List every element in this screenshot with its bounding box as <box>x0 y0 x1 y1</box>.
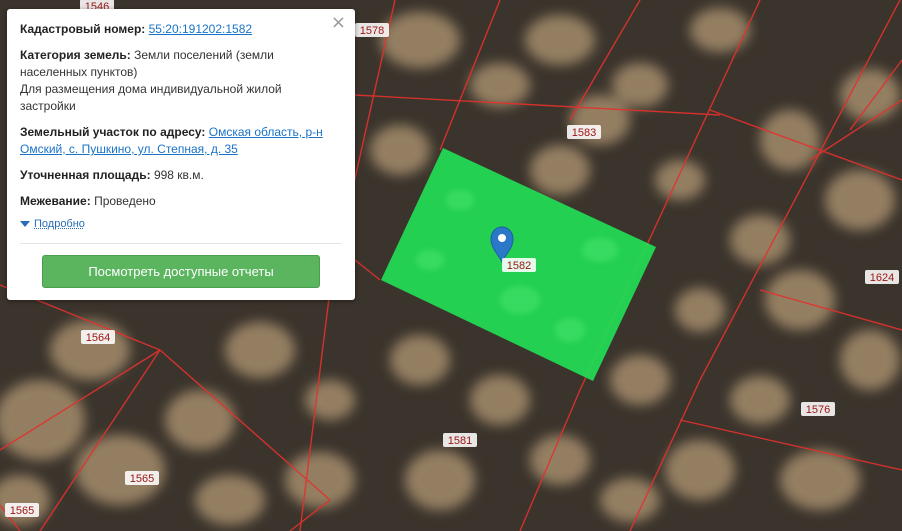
land-usage-value: Для размещения дома индивидуальной жилой… <box>20 82 282 113</box>
address-row: Земельный участок по адресу: Омская обла… <box>20 124 330 158</box>
parcel-label[interactable]: 1583 <box>572 127 596 139</box>
parcel-label[interactable]: 1576 <box>806 404 830 416</box>
details-label: Подробно <box>34 218 85 230</box>
parcel-label[interactable]: 1564 <box>86 332 110 344</box>
survey-label: Межевание: <box>20 194 91 208</box>
parcel-label[interactable]: 1565 <box>10 505 34 517</box>
cadastral-number-label: Кадастровый номер: <box>20 22 146 36</box>
land-category-row: Категория земель: Земли поселений (земли… <box>20 47 300 115</box>
cadastral-info-popup: × Кадастровый номер: 55:20:191202:1582 К… <box>7 9 355 300</box>
parcel-label[interactable]: 1624 <box>870 272 894 284</box>
parcel-label[interactable]: 1578 <box>360 25 384 37</box>
survey-row: Межевание: Проведено <box>20 193 342 210</box>
cadastral-number-link[interactable]: 55:20:191202:1582 <box>149 22 252 36</box>
area-value: 998 кв.м. <box>153 168 204 182</box>
popup-divider <box>20 243 342 244</box>
parcel-label[interactable]: 1565 <box>130 473 154 485</box>
area-row: Уточненная площадь: 998 кв.м. <box>20 167 342 184</box>
parcel-label[interactable]: 1582 <box>507 260 531 272</box>
land-category-label: Категория земель: <box>20 48 131 62</box>
view-reports-button[interactable]: Посмотреть доступные отчеты <box>42 255 320 288</box>
triangle-down-icon <box>20 221 30 227</box>
close-icon[interactable]: × <box>331 14 346 32</box>
details-toggle[interactable]: Подробно <box>20 218 342 230</box>
address-label: Земельный участок по адресу: <box>20 125 206 139</box>
survey-value: Проведено <box>94 194 156 208</box>
area-label: Уточненная площадь: <box>20 168 151 182</box>
cadastral-number-row: Кадастровый номер: 55:20:191202:1582 <box>20 21 342 38</box>
parcel-label[interactable]: 1581 <box>448 435 472 447</box>
